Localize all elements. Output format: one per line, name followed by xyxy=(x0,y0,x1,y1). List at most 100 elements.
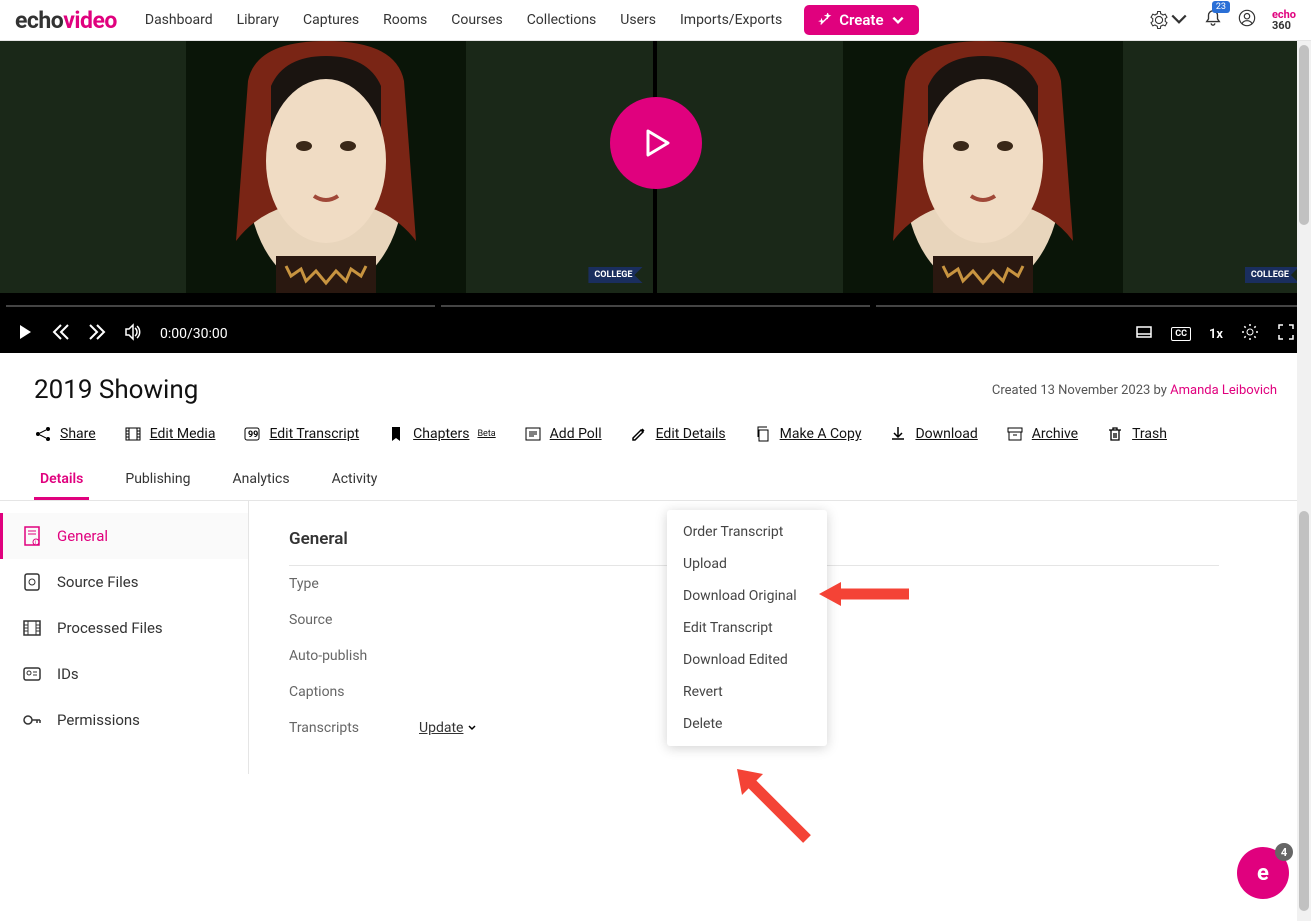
tab-activity[interactable]: Activity xyxy=(326,461,384,500)
volume-icon xyxy=(124,323,142,341)
edit-details-action[interactable]: Edit Details xyxy=(630,425,726,443)
dd-download-edited[interactable]: Download Edited xyxy=(667,644,827,676)
speed-control[interactable]: 1x xyxy=(1209,327,1223,342)
notifications-button[interactable]: 23 xyxy=(1204,9,1222,31)
college-flag-right: COLLEGE xyxy=(1245,267,1299,283)
nav-rooms[interactable]: Rooms xyxy=(383,12,427,28)
create-button-label: Create xyxy=(839,11,883,29)
video-frame-right[interactable]: COLLEGE xyxy=(657,41,1310,293)
file-icon xyxy=(21,571,43,593)
play-button[interactable] xyxy=(610,97,702,189)
make-copy-action[interactable]: Make A Copy xyxy=(754,425,862,443)
svg-text:i: i xyxy=(35,540,36,546)
brand-logo[interactable]: echovideo xyxy=(15,7,117,34)
content-header: 2019 Showing Created 13 November 2023 by… xyxy=(0,353,1311,409)
chapters-action[interactable]: ChaptersBeta xyxy=(387,425,496,443)
forward-icon xyxy=(88,323,106,341)
notification-count-badge: 23 xyxy=(1212,1,1230,13)
player-settings-control[interactable] xyxy=(1241,323,1259,345)
gear-icon xyxy=(1150,11,1168,29)
user-circle-icon xyxy=(1238,9,1256,27)
page-scrollbar[interactable] xyxy=(1297,41,1311,921)
details-sidebar: i General Source Files Processed Files I… xyxy=(0,501,249,774)
meta-author-link[interactable]: Amanda Leibovich xyxy=(1170,383,1277,398)
sidebar-item-permissions[interactable]: Permissions xyxy=(0,697,248,743)
sidebar-item-general[interactable]: i General xyxy=(0,513,248,559)
forward-control[interactable] xyxy=(88,323,106,345)
cc-control[interactable]: CC xyxy=(1171,327,1191,341)
annotation-arrow-1 xyxy=(819,579,909,609)
tab-analytics[interactable]: Analytics xyxy=(227,461,296,500)
meta-info: Created 13 November 2023 by Amanda Leibo… xyxy=(992,383,1277,398)
fullscreen-icon xyxy=(1277,323,1295,341)
add-poll-action[interactable]: Add Poll xyxy=(524,425,602,443)
nav-users[interactable]: Users xyxy=(620,12,656,28)
tab-publishing[interactable]: Publishing xyxy=(119,461,196,500)
portrait-image-left xyxy=(186,41,466,293)
rewind-control[interactable] xyxy=(52,323,70,345)
tab-details[interactable]: Details xyxy=(34,461,89,500)
dd-upload[interactable]: Upload xyxy=(667,548,827,580)
share-action[interactable]: Share xyxy=(34,425,96,443)
account-button[interactable] xyxy=(1238,9,1256,31)
echo360-bottom: 360 xyxy=(1272,20,1296,31)
video-frame-left[interactable]: COLLEGE xyxy=(0,41,653,293)
edit-media-action[interactable]: Edit Media xyxy=(124,425,216,443)
nav-courses[interactable]: Courses xyxy=(451,12,502,28)
chat-badge: 4 xyxy=(1275,843,1293,861)
nav-library[interactable]: Library xyxy=(237,12,279,28)
archive-action[interactable]: Archive xyxy=(1006,425,1078,443)
edit-transcript-action[interactable]: 99Edit Transcript xyxy=(243,425,359,443)
play-icon xyxy=(636,123,676,163)
play-button-stick xyxy=(655,189,657,293)
meta-created-text: Created 13 November 2023 by xyxy=(992,383,1170,398)
volume-control[interactable] xyxy=(124,323,142,345)
annotation-arrow-2 xyxy=(727,759,817,849)
fullscreen-control[interactable] xyxy=(1277,323,1295,345)
dd-download-original[interactable]: Download Original xyxy=(667,580,827,612)
sidebar-item-ids[interactable]: IDs xyxy=(0,651,248,697)
caret-down-icon xyxy=(1170,11,1188,29)
lower-panel: i General Source Files Processed Files I… xyxy=(0,501,1311,774)
nav-items: Dashboard Library Captures Rooms Courses… xyxy=(145,12,782,28)
gear-icon xyxy=(1241,323,1259,341)
progress-segment-2[interactable] xyxy=(441,305,870,307)
tabs: Details Publishing Analytics Activity xyxy=(0,461,1311,501)
page-title: 2019 Showing xyxy=(34,375,198,405)
sidebar-item-source-files[interactable]: Source Files xyxy=(0,559,248,605)
nav-dashboard[interactable]: Dashboard xyxy=(145,12,213,28)
scroll-thumb-1[interactable] xyxy=(1299,45,1309,225)
film-icon xyxy=(124,425,142,443)
brand-echo: echo xyxy=(15,7,63,34)
echo360-logo[interactable]: echo 360 xyxy=(1272,9,1296,31)
transcripts-update-dropdown[interactable]: Update xyxy=(419,720,477,736)
sidebar-item-processed-files[interactable]: Processed Files xyxy=(0,605,248,651)
nav-collections[interactable]: Collections xyxy=(527,12,597,28)
brand-video: video xyxy=(63,7,117,34)
dd-edit-transcript[interactable]: Edit Transcript xyxy=(667,612,827,644)
archive-icon xyxy=(1006,425,1024,443)
play-control[interactable] xyxy=(16,323,34,345)
trash-action[interactable]: Trash xyxy=(1106,425,1167,443)
nav-right: 23 echo 360 xyxy=(1150,9,1296,31)
nav-imports-exports[interactable]: Imports/Exports xyxy=(680,12,782,28)
dd-revert[interactable]: Revert xyxy=(667,676,827,708)
scroll-thumb-2[interactable] xyxy=(1299,511,1309,911)
download-action[interactable]: Download xyxy=(889,425,977,443)
poll-icon xyxy=(524,425,542,443)
progress-segment-3[interactable] xyxy=(876,305,1305,307)
progress-segment-1[interactable] xyxy=(6,305,435,307)
nav-captures[interactable]: Captures xyxy=(303,12,359,28)
dd-delete[interactable]: Delete xyxy=(667,708,827,740)
settings-dropdown[interactable] xyxy=(1150,11,1188,29)
play-small-icon xyxy=(16,323,34,341)
chapters-beta-badge: Beta xyxy=(477,429,495,439)
document-info-icon: i xyxy=(21,525,43,547)
time-display: 0:00/30:00 xyxy=(160,326,228,342)
progress-row xyxy=(0,293,1311,313)
video-player: COLLEGE COLLEGE xyxy=(0,41,1311,353)
chat-fab[interactable]: e 4 xyxy=(1237,847,1289,899)
create-button[interactable]: Create xyxy=(804,5,918,35)
layout-control[interactable] xyxy=(1135,323,1153,345)
dd-order-transcript[interactable]: Order Transcript xyxy=(667,516,827,548)
